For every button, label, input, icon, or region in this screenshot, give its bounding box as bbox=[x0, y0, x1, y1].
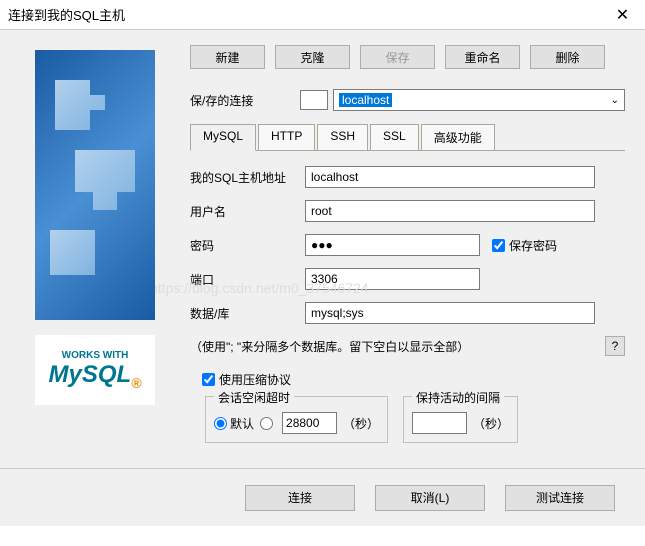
saved-connection-dropdown[interactable]: localhost ⌄ bbox=[333, 89, 625, 111]
delete-button[interactable]: 删除 bbox=[530, 45, 605, 69]
host-row: 我的SQL主机地址 bbox=[175, 166, 625, 188]
tab-ssl[interactable]: SSL bbox=[370, 124, 419, 151]
user-row: 用户名 bbox=[175, 200, 625, 222]
content-area: https://blog.csdn.net/m0_37546724 WORKS … bbox=[0, 30, 645, 468]
compress-label: 使用压缩协议 bbox=[219, 371, 291, 388]
connect-button[interactable]: 连接 bbox=[245, 485, 355, 511]
tab-bar: MySQL HTTP SSH SSL 高级功能 bbox=[190, 123, 625, 151]
cancel-button[interactable]: 取消(L) bbox=[375, 485, 485, 511]
database-label: 数据/库 bbox=[190, 305, 305, 322]
timeout-input[interactable] bbox=[282, 412, 337, 434]
tab-ssh[interactable]: SSH bbox=[317, 124, 368, 151]
top-button-row: 新建 克隆 保存 重命名 删除 bbox=[175, 45, 625, 69]
keepalive-unit: （秒） bbox=[473, 415, 509, 432]
saved-connection-value: localhost bbox=[339, 93, 392, 107]
fieldsets-row: 会话空闲超时 默认 （秒） 保持活动的间隔 （秒） bbox=[175, 396, 625, 443]
timeout-unit: （秒） bbox=[343, 415, 379, 432]
user-label: 用户名 bbox=[190, 203, 305, 220]
password-input[interactable] bbox=[305, 234, 480, 256]
clone-button[interactable]: 克隆 bbox=[275, 45, 350, 69]
keepalive-fieldset: 保持活动的间隔 （秒） bbox=[403, 396, 518, 443]
works-with-text: WORKS WITH bbox=[62, 350, 129, 361]
tab-http[interactable]: HTTP bbox=[258, 124, 315, 151]
titlebar: 连接到我的SQL主机 ✕ bbox=[0, 0, 645, 30]
hint-text: （使用"; "来分隔多个数据库。留下空白以显示全部） bbox=[190, 338, 605, 355]
save-password-label: 保存密码 bbox=[509, 237, 557, 254]
session-timeout-fieldset: 会话空闲超时 默认 （秒） bbox=[205, 396, 388, 443]
save-password-checkbox[interactable] bbox=[492, 239, 505, 252]
window-title: 连接到我的SQL主机 bbox=[8, 5, 125, 24]
chevron-down-icon: ⌄ bbox=[611, 95, 619, 106]
database-row: 数据/库 bbox=[175, 302, 625, 324]
compress-checkbox[interactable] bbox=[202, 373, 215, 386]
password-label: 密码 bbox=[190, 237, 305, 254]
timeout-default-radio[interactable] bbox=[214, 417, 227, 430]
user-input[interactable] bbox=[305, 200, 595, 222]
footer: 连接 取消(L) 测试连接 bbox=[0, 468, 645, 526]
save-button[interactable]: 保存 bbox=[360, 45, 435, 69]
saved-connection-label: 保/存的连接 bbox=[190, 92, 300, 109]
saved-connection-row: 保/存的连接 localhost ⌄ bbox=[175, 89, 625, 111]
tab-mysql[interactable]: MySQL bbox=[190, 124, 256, 151]
port-input[interactable] bbox=[305, 268, 480, 290]
database-input[interactable] bbox=[305, 302, 595, 324]
hint-row: （使用"; "来分隔多个数据库。留下空白以显示全部） ? bbox=[175, 336, 625, 356]
test-connection-button[interactable]: 测试连接 bbox=[505, 485, 615, 511]
port-row: 端口 bbox=[175, 268, 625, 290]
help-button[interactable]: ? bbox=[605, 336, 625, 356]
password-row: 密码 保存密码 bbox=[175, 234, 625, 256]
keepalive-title: 保持活动的间隔 bbox=[412, 389, 504, 406]
keepalive-input[interactable] bbox=[412, 412, 467, 434]
rename-button[interactable]: 重命名 bbox=[445, 45, 520, 69]
timeout-custom-radio[interactable] bbox=[260, 417, 273, 430]
left-panel: WORKS WITH MySQL® bbox=[0, 30, 165, 468]
host-label: 我的SQL主机地址 bbox=[190, 169, 305, 186]
timeout-default-label: 默认 bbox=[230, 415, 254, 432]
close-button[interactable]: ✕ bbox=[600, 0, 645, 30]
tab-advanced[interactable]: 高级功能 bbox=[421, 124, 495, 151]
port-label: 端口 bbox=[190, 271, 305, 288]
mysql-text: MySQL® bbox=[48, 361, 141, 391]
compress-row: 使用压缩协议 bbox=[175, 371, 625, 388]
right-panel: 新建 克隆 保存 重命名 删除 保/存的连接 localhost ⌄ MySQL… bbox=[165, 30, 645, 468]
puzzle-image bbox=[35, 50, 155, 320]
session-timeout-title: 会话空闲超时 bbox=[214, 389, 294, 406]
close-icon: ✕ bbox=[616, 5, 629, 25]
connection-icon bbox=[300, 90, 328, 110]
host-input[interactable] bbox=[305, 166, 595, 188]
mysql-logo: WORKS WITH MySQL® bbox=[35, 335, 155, 405]
new-button[interactable]: 新建 bbox=[190, 45, 265, 69]
